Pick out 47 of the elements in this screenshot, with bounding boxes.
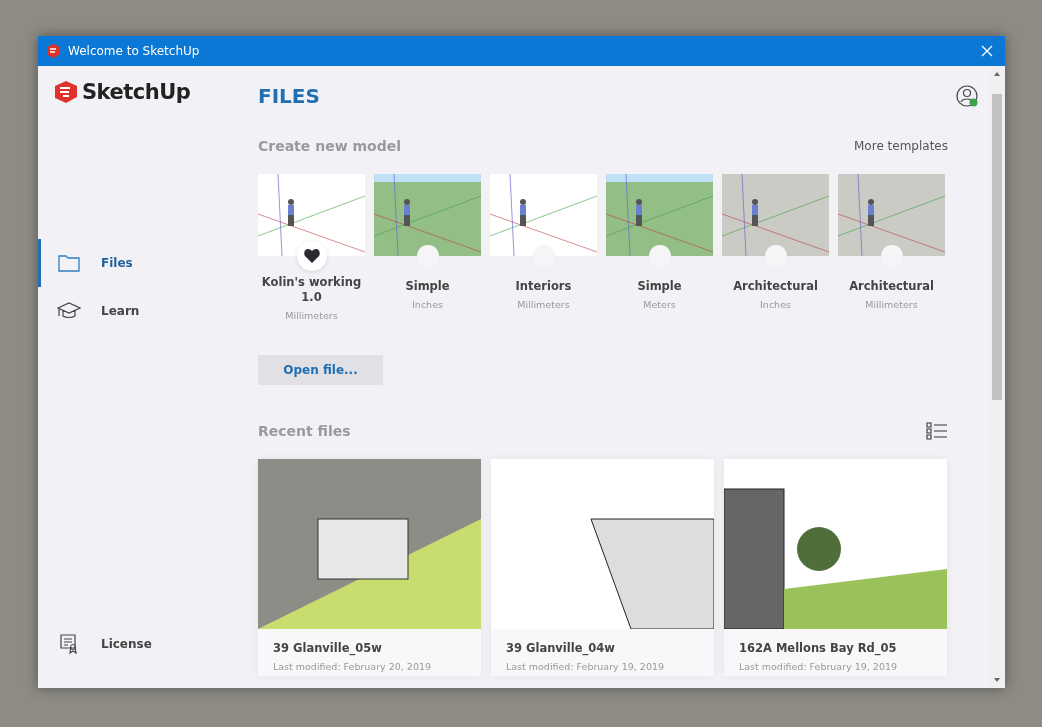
template-name: Architectural: [733, 279, 818, 294]
template-thumbnail[interactable]: [838, 174, 945, 256]
template-name: Interiors: [515, 279, 572, 294]
file-name: 39 Glanville_04w: [505, 640, 616, 655]
list-view-icon[interactable]: [926, 421, 948, 441]
template-units: Millimeters: [865, 299, 918, 310]
template-units: Millimeters: [517, 299, 570, 310]
file-date: Last modified: February 19, 2019: [738, 660, 899, 674]
file-date: Last modified: February 20, 2019: [272, 660, 433, 674]
template-units: Inches: [760, 299, 791, 310]
scroll-up-icon[interactable]: [993, 70, 1001, 78]
template-thumbnail[interactable]: [258, 174, 365, 256]
logo-icon: [54, 80, 78, 104]
file-name: 162A Mellons Bay Rd_05: [738, 640, 898, 655]
file-name: 39 Glanville_05w: [272, 640, 383, 655]
recent-file-card[interactable]: 39 Glanville_04w Last modified: February 19, 2019: [491, 459, 714, 676]
template-name: Simple: [637, 279, 682, 294]
template-units: Inches: [412, 299, 443, 310]
template-thumbnail[interactable]: [722, 174, 829, 256]
logo-text: SketchUp: [82, 80, 191, 104]
open-file-button[interactable]: Open file...: [258, 355, 383, 385]
sidebar-item[interactable]: License: [38, 620, 158, 668]
template-units: Meters: [643, 299, 676, 310]
account-icon[interactable]: [956, 85, 978, 107]
close-icon: [981, 45, 993, 57]
scrollbar[interactable]: [989, 66, 1005, 688]
recent-file-card[interactable]: 162A Mellons Bay Rd_05 Last modified: February 19, 2019: [724, 459, 947, 676]
more-templates-link[interactable]: More templates: [854, 139, 948, 153]
template-thumbnail[interactable]: [606, 174, 713, 256]
app-logo-icon: [46, 44, 60, 58]
section-heading: Create new model: [258, 138, 401, 154]
recent-file-card[interactable]: 39 Glanville_05w Last modified: February 20, 2019: [258, 459, 481, 676]
template-units: Millimeters: [285, 310, 338, 321]
window-title: Welcome to SketchUp: [68, 44, 201, 58]
page-title: FILES: [258, 84, 320, 108]
template-name: Kolin's working 1.0: [260, 275, 363, 305]
template-thumbnail[interactable]: [490, 174, 597, 256]
scroll-down-icon[interactable]: [993, 676, 1001, 684]
template-name: Architectural: [849, 279, 934, 294]
sidebar-item[interactable]: Learn: [38, 287, 258, 335]
heart-icon: [303, 249, 320, 263]
file-date: Last modified: February 19, 2019: [505, 660, 666, 674]
template-name: Simple: [405, 279, 450, 294]
favorite-button[interactable]: [296, 241, 327, 271]
template-thumbnail[interactable]: [374, 174, 481, 256]
folder-icon: [57, 252, 81, 274]
section-heading: Recent files: [258, 423, 351, 439]
